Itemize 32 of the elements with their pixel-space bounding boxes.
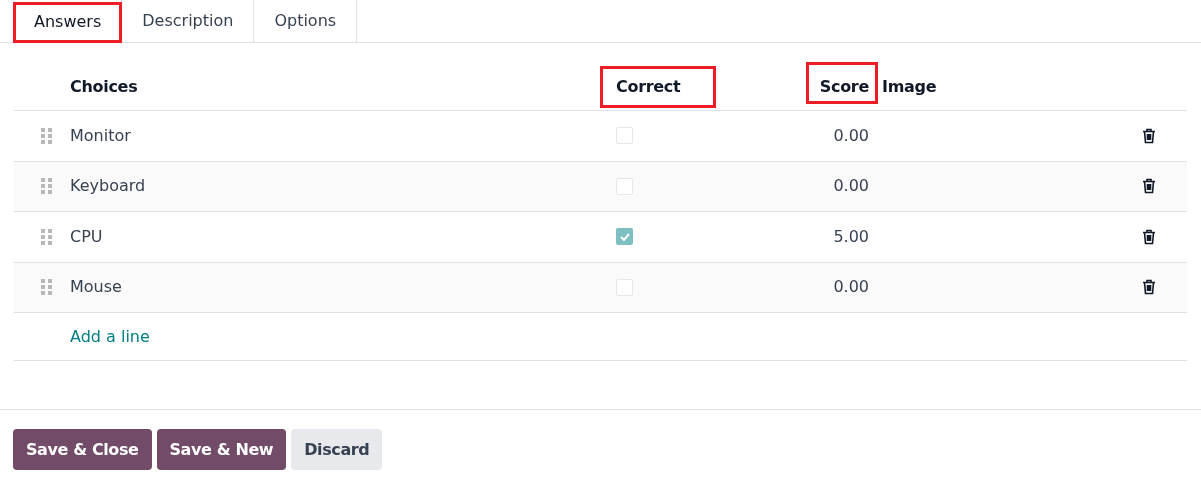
trash-icon[interactable]: [1142, 127, 1156, 144]
checkbox[interactable]: [616, 127, 633, 145]
add-line-link[interactable]: Add a line: [70, 324, 150, 349]
checkbox[interactable]: [616, 278, 633, 296]
trash-icon[interactable]: [1142, 178, 1156, 195]
tab[interactable]: Description: [122, 0, 255, 42]
table-cell-text: Mouse: [70, 276, 123, 299]
secondary-button[interactable]: Discard: [291, 429, 383, 470]
table-cell-text: 0.00: [833, 175, 869, 198]
checkbox[interactable]: [616, 228, 633, 246]
table-cell-text: Keyboard: [70, 175, 147, 198]
tab[interactable]: Options: [254, 0, 358, 42]
trash-icon[interactable]: [1142, 228, 1156, 245]
table-cell-text: Monitor: [70, 124, 132, 147]
table-cell-text: 0.00: [833, 276, 869, 299]
drag-handle-icon[interactable]: [41, 228, 52, 245]
primary-button[interactable]: Save & New: [156, 429, 287, 470]
column-header: Image: [882, 75, 937, 98]
checkbox[interactable]: [616, 177, 633, 195]
column-header: Choices: [70, 75, 138, 98]
table-cell-text: 5.00: [833, 225, 869, 248]
drag-handle-icon[interactable]: [41, 178, 52, 195]
trash-icon[interactable]: [1142, 279, 1156, 296]
primary-button[interactable]: Save & Close: [13, 429, 152, 470]
tab[interactable]: Answers: [14, 0, 123, 43]
drag-handle-icon[interactable]: [41, 127, 52, 144]
column-header: Correct: [616, 76, 681, 96]
table-cell-text: 0.00: [833, 124, 869, 147]
checkmark-icon: [619, 232, 630, 241]
table-cell-text: CPU: [70, 225, 104, 248]
column-header: Score: [819, 76, 869, 96]
drag-handle-icon[interactable]: [41, 279, 52, 296]
